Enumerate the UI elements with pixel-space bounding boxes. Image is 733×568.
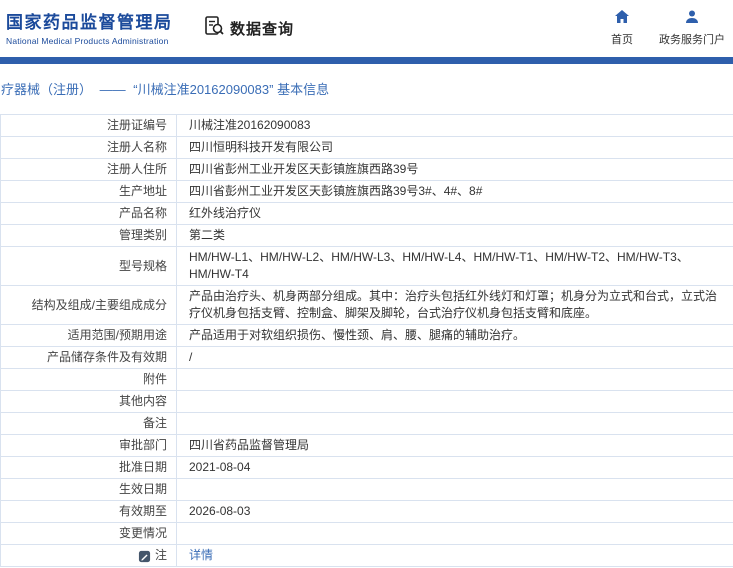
table-row: 生产地址 四川省彭州工业开发区天彭镇旌旗西路39号3#、4#、8# (1, 181, 733, 203)
table-row: 其他内容 (1, 391, 733, 413)
table-row: 产品名称 红外线治疗仪 (1, 203, 733, 225)
row-value: 四川省药品监督管理局 (189, 438, 310, 452)
page-title: “川械注准20162090083” 基本信息 (133, 82, 330, 97)
table-row: 附件 (1, 369, 733, 391)
breadcrumb-category: 疗器械（注册） (1, 82, 93, 97)
top-nav: 首页 政务服务门户 (611, 9, 725, 47)
table-row: 结构及组成/主要组成成分 产品由治疗头、机身两部分组成。其中：治疗头包括红外线灯… (1, 286, 733, 325)
table-row: 管理类别 第二类 (1, 225, 733, 247)
table-row: 备注 (1, 413, 733, 435)
row-label: 批准日期 (1, 457, 177, 478)
user-icon (684, 9, 700, 28)
row-value: 产品由治疗头、机身两部分组成。其中：治疗头包括红外线灯和灯罩；机身分为立式和台式… (189, 289, 718, 320)
row-label: 变更情况 (1, 523, 177, 544)
row-value: / (189, 350, 193, 364)
nav-portal-label: 政务服务门户 (659, 34, 725, 46)
row-label: 管理类别 (1, 225, 177, 246)
row-value: 四川恒明科技开发有限公司 (189, 140, 334, 154)
data-query-section: 数据查询 (203, 15, 294, 42)
row-label: 注册人住所 (1, 159, 177, 180)
row-label: 结构及组成/主要组成成分 (1, 286, 177, 324)
row-value (177, 369, 733, 390)
row-value: HM/HW-L1、HM/HW-L2、HM/HW-L3、HM/HW-L4、HM/H… (189, 250, 689, 281)
row-label: 注册证编号 (1, 115, 177, 136)
row-value: 详情 (177, 545, 733, 566)
row-label: 型号规格 (1, 247, 177, 285)
table-row: 适用范围/预期用途 产品适用于对软组织损伤、慢性颈、肩、腰、腿痛的辅助治疗。 (1, 325, 733, 347)
row-value: 四川省彭州工业开发区天彭镇旌旗西路39号 (189, 162, 419, 176)
row-label: 审批部门 (1, 435, 177, 456)
row-label: 注 (1, 545, 177, 566)
site-subtitle: National Medical Products Administration (6, 36, 169, 46)
table-row: 注 详情 (1, 545, 733, 567)
table-row: 审批部门 四川省药品监督管理局 (1, 435, 733, 457)
nav-portal[interactable]: 政务服务门户 (659, 9, 725, 47)
nav-home[interactable]: 首页 (611, 9, 633, 47)
row-value: 川械注准20162090083 (189, 118, 311, 132)
row-value (177, 479, 733, 500)
table-row: 生效日期 (1, 479, 733, 501)
breadcrumb-separator: —— (99, 82, 126, 97)
home-icon (614, 9, 630, 28)
row-value: 四川省彭州工业开发区天彭镇旌旗西路39号3#、4#、8# (189, 184, 483, 198)
row-label: 有效期至 (1, 501, 177, 522)
row-label: 其他内容 (1, 391, 177, 412)
breadcrumb: 疗器械（注册） —— “川械注准20162090083” 基本信息 (0, 64, 733, 98)
row-label: 生效日期 (1, 479, 177, 500)
row-value (177, 523, 733, 544)
nav-home-label: 首页 (611, 34, 633, 46)
row-value: 2021-08-04 (189, 460, 251, 474)
row-label: 注册人名称 (1, 137, 177, 158)
table-row: 变更情况 (1, 523, 733, 545)
row-label: 产品储存条件及有效期 (1, 347, 177, 368)
table-row: 产品储存条件及有效期 / (1, 347, 733, 369)
table-row: 注册人名称 四川恒明科技开发有限公司 (1, 137, 733, 159)
data-query-icon (203, 15, 225, 42)
section-title: 数据查询 (230, 21, 295, 38)
page: 国家药品监督管理局 National Medical Products Admi… (0, 0, 733, 568)
row-value: 第二类 (189, 228, 226, 242)
table-row: 型号规格 HM/HW-L1、HM/HW-L2、HM/HW-L3、HM/HW-L4… (1, 247, 733, 286)
table-row: 有效期至 2026-08-03 (1, 501, 733, 523)
row-label-text: 注 (154, 548, 167, 562)
row-label: 适用范围/预期用途 (1, 325, 177, 346)
row-label: 附件 (1, 369, 177, 390)
registration-info-table: 注册证编号 川械注准20162090083 注册人名称 四川恒明科技开发有限公司… (0, 114, 733, 567)
table-row: 注册人住所 四川省彭州工业开发区天彭镇旌旗西路39号 (1, 159, 733, 181)
row-label: 备注 (1, 413, 177, 434)
row-value (177, 413, 733, 434)
row-label: 生产地址 (1, 181, 177, 202)
row-value (177, 391, 733, 412)
table-row: 批准日期 2021-08-04 (1, 457, 733, 479)
note-icon (138, 550, 151, 563)
site-title: 国家药品监督管理局 (6, 13, 173, 32)
row-label: 产品名称 (1, 203, 177, 224)
site-logo[interactable]: 国家药品监督管理局 National Medical Products Admi… (6, 8, 173, 46)
detail-link[interactable]: 详情 (189, 547, 213, 564)
row-value: 红外线治疗仪 (189, 206, 262, 220)
table-row: 注册证编号 川械注准20162090083 (1, 115, 733, 137)
header-divider-bar (0, 57, 733, 64)
row-value: 2026-08-03 (189, 504, 251, 518)
row-value: 产品适用于对软组织损伤、慢性颈、肩、腰、腿痛的辅助治疗。 (189, 328, 526, 342)
site-header: 国家药品监督管理局 National Medical Products Admi… (0, 0, 733, 57)
